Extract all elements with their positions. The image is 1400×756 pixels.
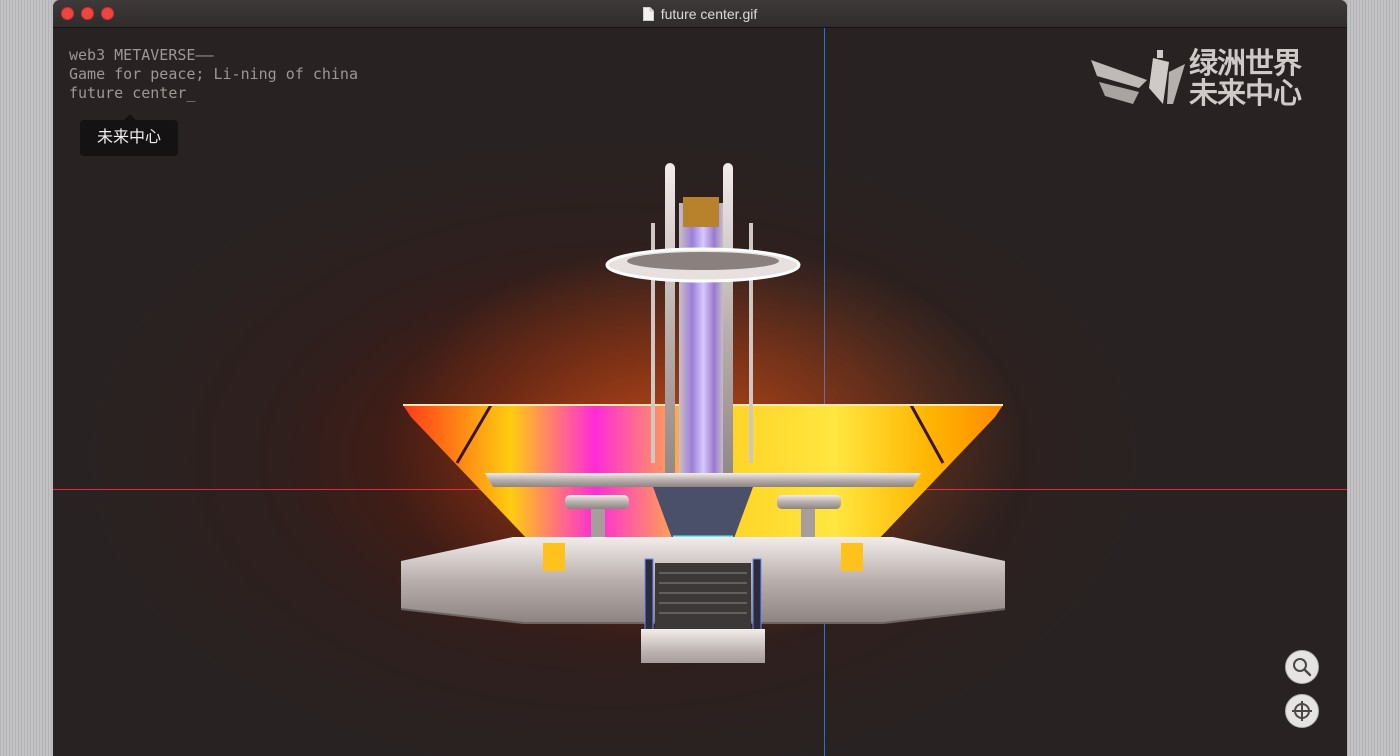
logo-line-2: 未来中心 xyxy=(1189,76,1302,110)
preview-window: future center.gif web3 METAVERSE—— Game f… xyxy=(53,0,1347,756)
crosshair-icon xyxy=(1292,701,1312,721)
window-title: future center.gif xyxy=(53,0,1347,27)
console-line-1: web3 METAVERSE—— xyxy=(69,46,214,64)
console-line-2: Game for peace; Li-ning of china xyxy=(69,65,358,83)
desktop-right-edge xyxy=(1347,0,1400,756)
console-line-3: future center_ xyxy=(69,84,196,102)
document-icon xyxy=(642,6,654,21)
entrance-steps xyxy=(641,629,765,663)
title-bar[interactable]: future center.gif xyxy=(53,0,1347,28)
magnifier-icon xyxy=(1293,658,1312,677)
logo-line-1: 绿洲世界 xyxy=(1189,46,1302,80)
logo-emblem-icon xyxy=(1091,50,1185,104)
zoom-control[interactable] xyxy=(1285,650,1319,684)
upper-deck xyxy=(485,473,921,487)
recenter-control[interactable] xyxy=(1285,694,1319,728)
future-center-render xyxy=(383,163,1023,663)
console-text: web3 METAVERSE—— Game for peace; Li-ning … xyxy=(69,46,358,103)
window-title-text: future center.gif xyxy=(660,5,758,22)
desktop-left-edge xyxy=(0,0,53,756)
image-viewport[interactable]: web3 METAVERSE—— Game for peace; Li-ning … xyxy=(53,28,1347,756)
brand-logo: 绿洲世界 未来中心 xyxy=(1089,48,1321,112)
tooltip: 未来中心 xyxy=(80,120,178,156)
